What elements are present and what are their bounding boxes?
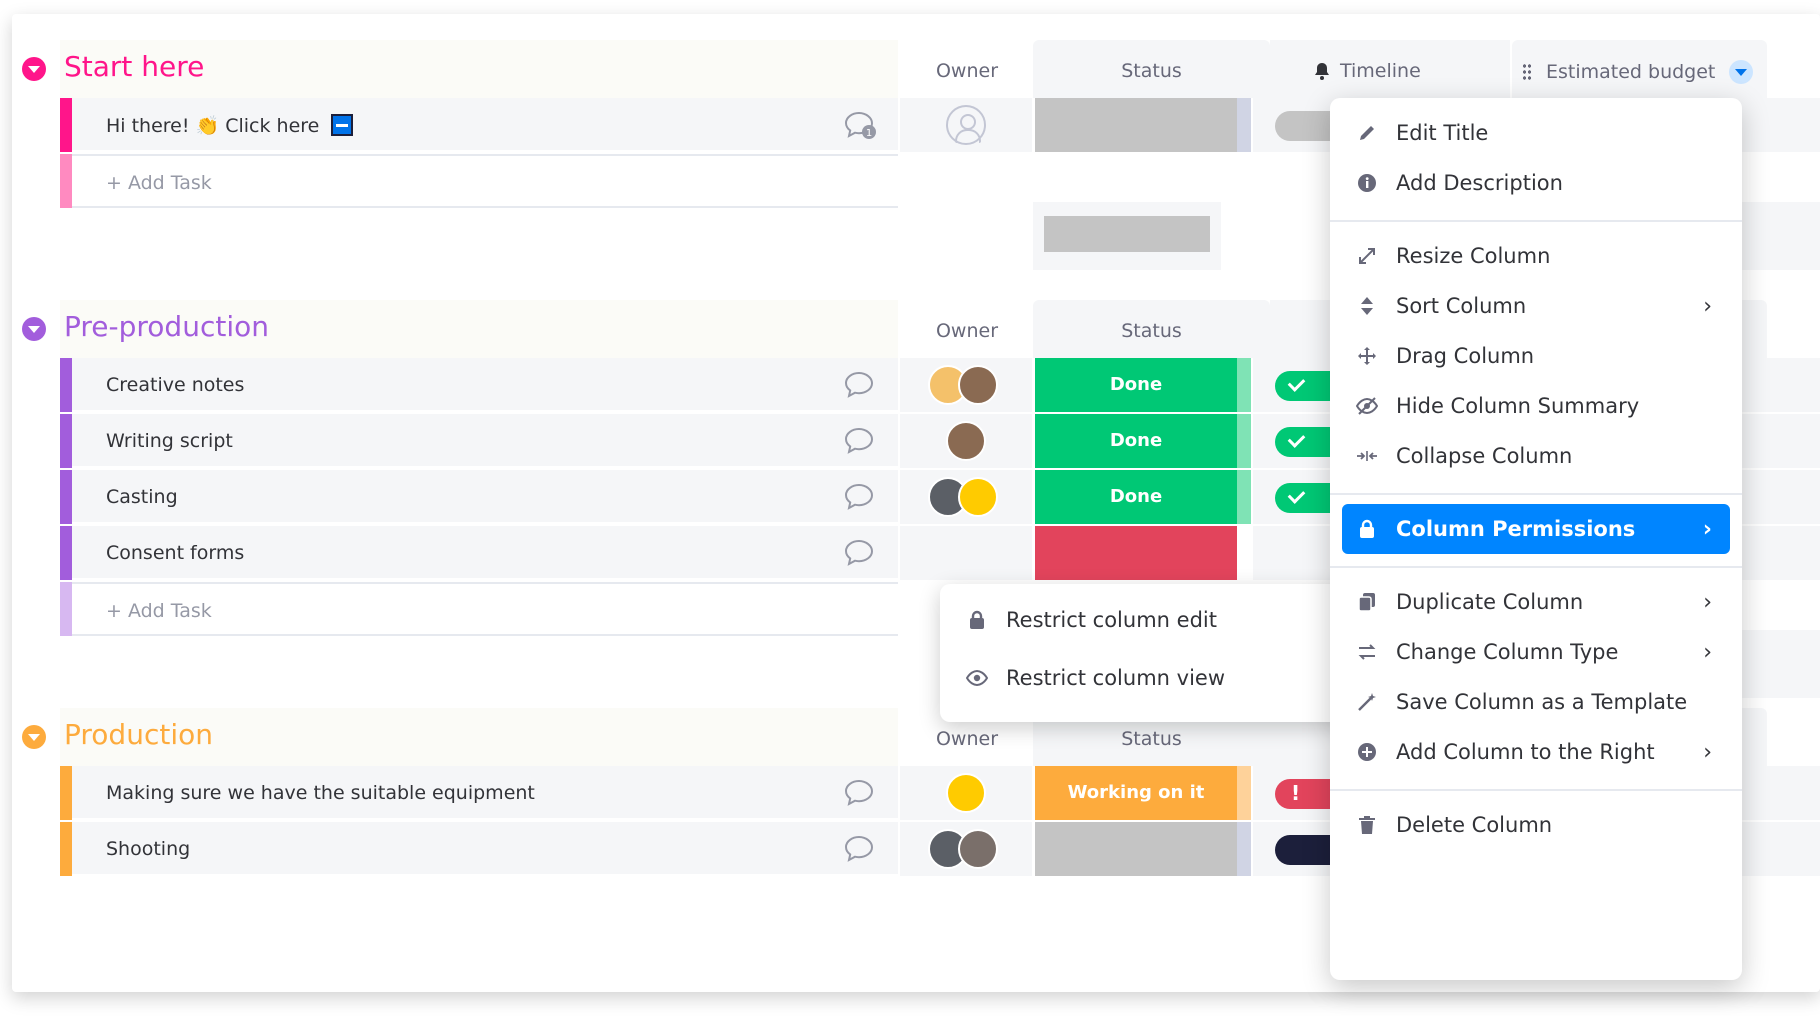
eye-off-icon xyxy=(1356,395,1378,417)
menu-item-change-column-type[interactable]: Change Column Type › xyxy=(1342,627,1730,677)
add-task-label[interactable]: + Add Task xyxy=(106,172,212,194)
duplicate-icon xyxy=(1356,591,1378,613)
budget-label: Estimated budget xyxy=(1546,61,1716,83)
column-header-timeline[interactable]: Timeline xyxy=(1312,60,1482,82)
avatar[interactable] xyxy=(946,773,986,813)
chat-bubble-icon[interactable] xyxy=(842,426,878,456)
menu-item-add-description[interactable]: Add Description xyxy=(1342,158,1730,208)
status-cell[interactable]: Done xyxy=(1033,470,1237,524)
avatar[interactable] xyxy=(958,829,998,869)
status-cell[interactable] xyxy=(1033,98,1237,152)
chevron-right-icon: › xyxy=(1703,294,1712,319)
pencil-icon xyxy=(1356,122,1378,144)
collapse-group-toggle-icon[interactable] xyxy=(22,317,46,341)
chevron-right-icon: › xyxy=(1703,590,1712,615)
column-menu-caret-icon[interactable] xyxy=(1729,60,1754,84)
avatar[interactable] xyxy=(958,477,998,517)
column-header-status[interactable]: Status xyxy=(1033,60,1270,82)
menu-item-drag-column[interactable]: Drag Column xyxy=(1342,331,1730,381)
chevron-right-icon: › xyxy=(1702,517,1712,542)
column-header-owner[interactable]: Owner xyxy=(892,320,1042,342)
menu-item-restrict-column-edit[interactable]: Restrict column edit xyxy=(952,595,1342,645)
group-header: Start here Owner Status Timeline Estimat… xyxy=(12,40,1820,98)
info-icon xyxy=(1356,172,1378,194)
menu-item-delete-column[interactable]: Delete Column xyxy=(1342,800,1730,850)
chevron-right-icon: › xyxy=(1703,740,1712,765)
chevron-right-icon: › xyxy=(1703,640,1712,665)
menu-item-add-column-to-the-right[interactable]: Add Column to the Right › xyxy=(1342,727,1730,777)
eye-icon xyxy=(966,667,988,689)
lock-icon xyxy=(1356,518,1378,540)
chat-bubble-icon[interactable] xyxy=(842,538,878,568)
avatar[interactable] xyxy=(958,365,998,405)
drag-icon xyxy=(1356,345,1378,367)
menu-item-restrict-column-view[interactable]: Restrict column view xyxy=(952,653,1342,703)
item-name[interactable]: Casting xyxy=(106,486,178,508)
timeline-label: Timeline xyxy=(1340,60,1421,82)
wand-icon xyxy=(1356,691,1378,713)
menu-item-save-column-as-template[interactable]: Save Column as a Template xyxy=(1342,677,1730,727)
trash-icon xyxy=(1356,814,1378,836)
sort-icon xyxy=(1356,295,1378,317)
column-header-owner[interactable]: Owner xyxy=(892,60,1042,82)
column-permissions-submenu: Restrict column edit Restrict column vie… xyxy=(940,584,1354,722)
swap-icon xyxy=(1356,641,1378,663)
column-header-estimated-budget[interactable]: Estimated budget xyxy=(1522,60,1762,84)
resize-icon xyxy=(1356,245,1378,267)
status-cell[interactable]: Working on it xyxy=(1033,766,1237,820)
column-header-status[interactable]: Status xyxy=(1033,728,1270,750)
svg-text:1: 1 xyxy=(866,128,872,139)
chat-bubble-with-count-icon[interactable]: 1 xyxy=(842,110,878,140)
avatar[interactable] xyxy=(946,421,986,461)
item-name[interactable]: Shooting xyxy=(106,838,190,860)
bell-icon xyxy=(1315,63,1329,80)
status-cell[interactable]: Done xyxy=(1033,358,1237,412)
menu-item-duplicate-column[interactable]: Duplicate Column › xyxy=(1342,577,1730,627)
status-summary xyxy=(1033,202,1221,270)
group-title[interactable]: Production xyxy=(64,718,213,751)
empty-owner-avatar-icon[interactable] xyxy=(946,105,986,145)
exclamation-icon: ! xyxy=(1291,781,1301,805)
menu-item-hide-column-summary[interactable]: Hide Column Summary xyxy=(1342,381,1730,431)
column-context-menu: Edit Title Add Description Resize Column… xyxy=(1330,98,1742,980)
menu-item-collapse-column[interactable]: Collapse Column xyxy=(1342,431,1730,481)
menu-item-sort-column[interactable]: Sort Column › xyxy=(1342,281,1730,331)
chat-bubble-icon[interactable] xyxy=(842,482,878,512)
item-name[interactable]: Making sure we have the suitable equipme… xyxy=(106,782,535,804)
item-name[interactable]: Consent forms xyxy=(106,542,244,564)
collapse-icon xyxy=(1356,445,1378,467)
add-task-label[interactable]: + Add Task xyxy=(106,600,212,622)
item-name[interactable]: Creative notes xyxy=(106,374,244,396)
plus-circle-icon xyxy=(1356,741,1378,763)
status-cell[interactable] xyxy=(1033,822,1237,876)
item-name[interactable]: Writing script xyxy=(106,430,233,452)
collapse-group-toggle-icon[interactable] xyxy=(22,57,46,81)
lock-icon xyxy=(966,609,988,631)
group-title[interactable]: Start here xyxy=(64,50,204,83)
menu-item-resize-column[interactable]: Resize Column xyxy=(1342,231,1730,281)
item-name[interactable]: Hi there! 👏 Click here xyxy=(106,114,354,137)
status-cell[interactable] xyxy=(1033,526,1237,580)
chat-bubble-icon[interactable] xyxy=(842,370,878,400)
chat-bubble-icon[interactable] xyxy=(842,778,878,808)
collapse-group-toggle-icon[interactable] xyxy=(22,725,46,749)
arrow-box-icon xyxy=(331,114,354,136)
menu-item-edit-title[interactable]: Edit Title xyxy=(1342,108,1730,158)
column-header-status[interactable]: Status xyxy=(1033,320,1270,342)
menu-item-column-permissions[interactable]: Column Permissions › xyxy=(1342,504,1730,554)
chat-bubble-icon[interactable] xyxy=(842,834,878,864)
drag-handle-icon[interactable] xyxy=(1522,63,1532,81)
column-header-owner[interactable]: Owner xyxy=(892,728,1042,750)
group-title[interactable]: Pre-production xyxy=(64,310,269,343)
status-cell[interactable]: Done xyxy=(1033,414,1237,468)
